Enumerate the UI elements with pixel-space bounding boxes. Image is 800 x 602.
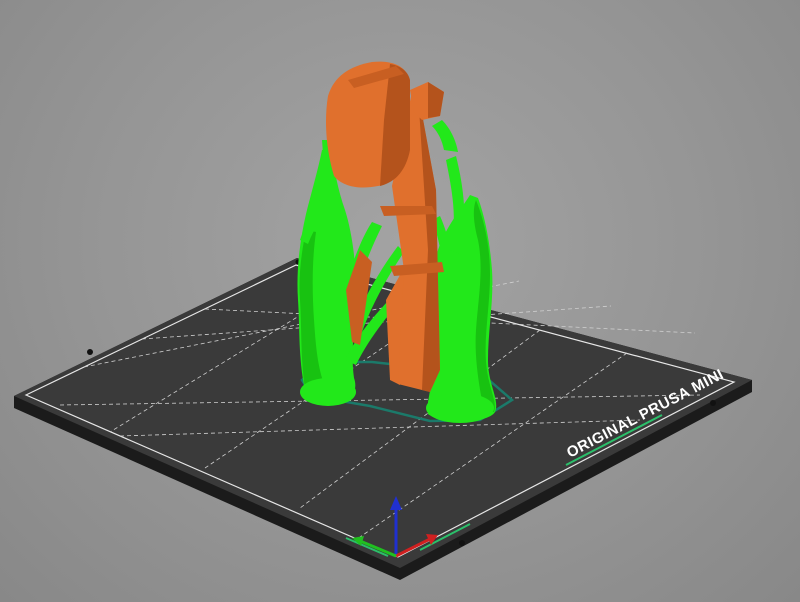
bed-mount-hole (87, 349, 93, 355)
support-base-pad (426, 393, 494, 423)
model-object[interactable] (297, 61, 497, 423)
support-base-pad (300, 378, 356, 406)
3d-viewport[interactable]: ORIGINAL PRUSA MINI (0, 0, 800, 602)
print-bed[interactable]: ORIGINAL PRUSA MINI (14, 258, 752, 580)
object-side-block-shade (428, 82, 444, 118)
support-branch (432, 120, 458, 152)
bed-mount-hole (459, 540, 465, 546)
bed-mount-hole (710, 400, 716, 406)
